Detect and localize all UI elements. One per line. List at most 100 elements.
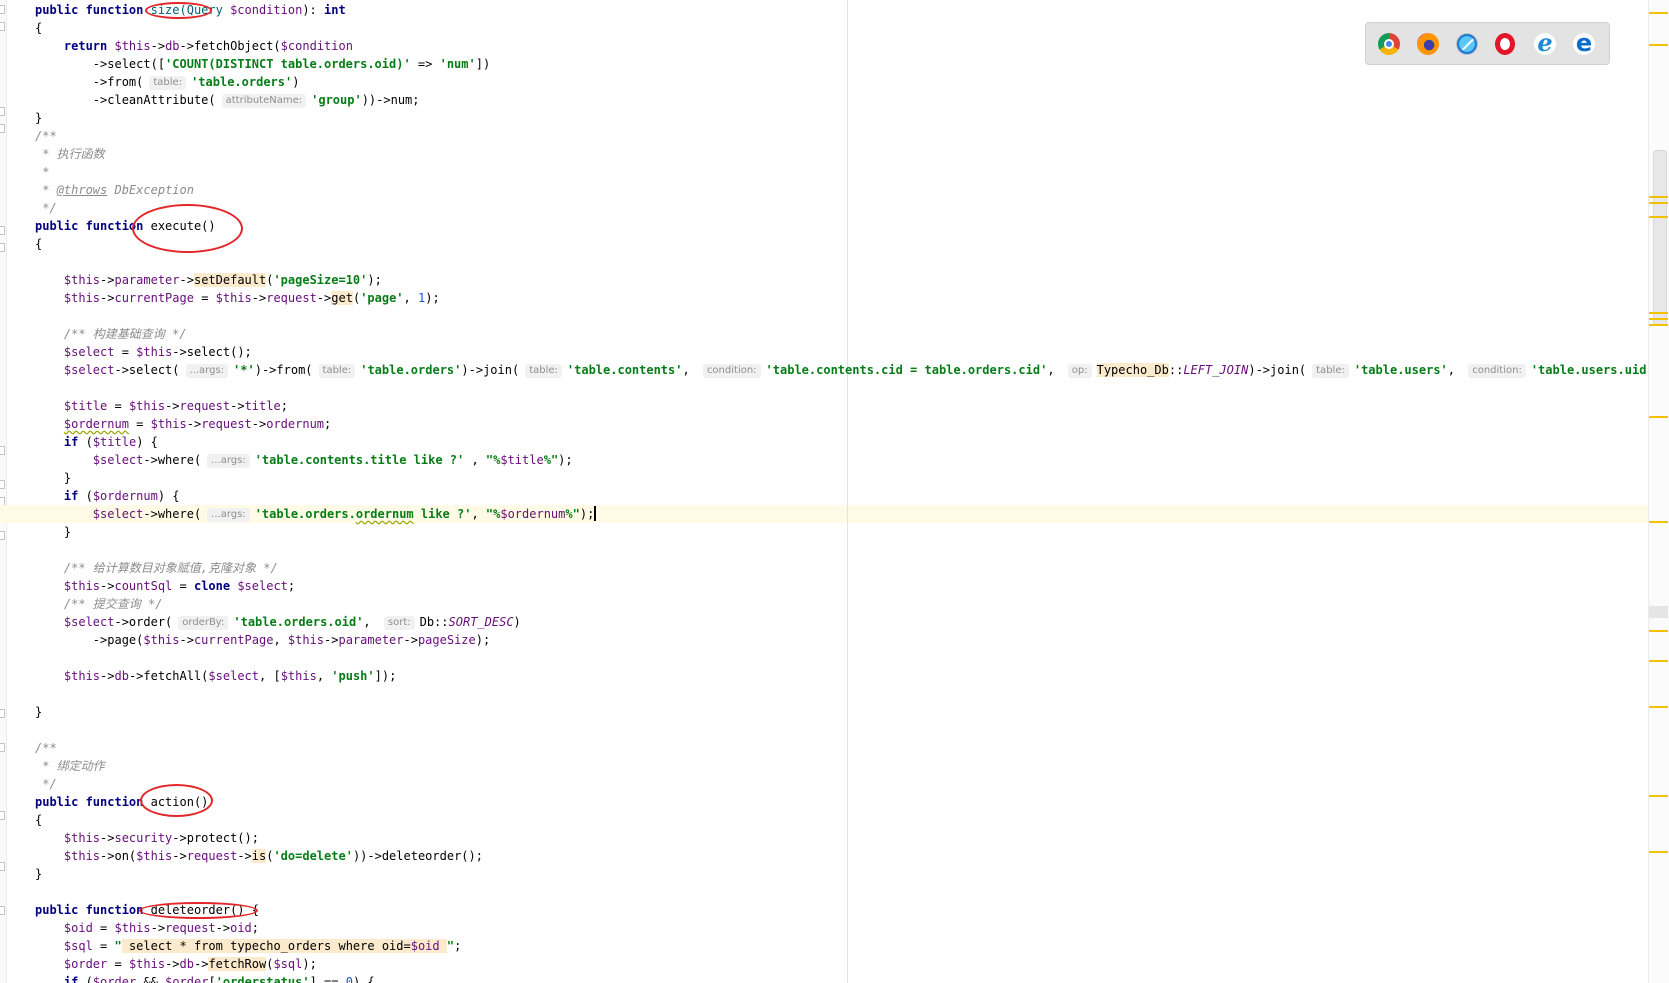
code-line[interactable]: $this->db->fetchAll($select, [$this, 'pu… [35,667,396,685]
stripe-mark[interactable] [1649,660,1668,662]
code-line[interactable]: { [35,811,42,829]
code-line[interactable]: $this->currentPage = $this->request->get… [35,289,440,307]
code-line[interactable]: $oid = $this->request->oid; [35,919,259,937]
code-token: $this [63,849,101,863]
stripe-mark[interactable] [1649,706,1668,708]
code-token: $order [165,975,209,983]
code-line[interactable]: $select->select(...args: '*')->from(table… [35,361,1669,379]
ie-icon[interactable]: e [1534,31,1556,55]
code-line[interactable]: ->from(table: 'table.orders') [35,73,299,91]
code-line[interactable]: * 执行函数 [35,145,104,163]
stripe-mark[interactable] [1649,12,1668,14]
fold-marker[interactable] [0,709,5,718]
code-line[interactable]: ->page($this->currentPage, $this->parame… [35,631,490,649]
edge-icon[interactable]: e [1573,31,1595,55]
stripe-mark[interactable] [1649,312,1668,314]
code-line[interactable]: $this->parameter->setDefault('pageSize=1… [35,271,382,289]
fold-marker[interactable] [0,5,5,14]
code-line[interactable]: * @throws DbException [35,181,194,199]
code-token: )->from( [254,363,313,377]
code-token: -> [179,633,194,647]
code-token: ); [367,273,382,287]
code-line[interactable]: } [35,469,71,487]
code-line[interactable]: } [35,523,71,541]
code-line[interactable]: if ($order && $order['orderstatus'] == 0… [35,973,375,983]
code-line[interactable]: { [35,19,42,37]
fold-marker[interactable] [0,22,5,31]
code-line[interactable]: } [35,865,42,883]
code-token: $this [63,669,101,683]
fold-marker[interactable] [0,531,5,540]
code-line[interactable]: } [35,109,42,127]
stripe-mark[interactable] [1649,318,1668,320]
fold-marker[interactable] [0,743,5,752]
stripe-mark[interactable] [1649,216,1668,218]
code-line[interactable]: $title = $this->request->title; [35,397,288,415]
stripe-mark[interactable] [1649,630,1668,632]
code-line[interactable]: $sql = " select * from typecho_orders wh… [35,937,461,955]
code-line[interactable]: return $this->db->fetchObject($condition [35,37,353,55]
code-line[interactable]: * [35,163,49,181]
code-token: 'table.orders.oid' [233,615,364,629]
fold-marker[interactable] [0,243,5,252]
code-token: $this [63,579,101,593]
code-line[interactable]: $select = $this->select(); [35,343,252,361]
fold-marker[interactable] [0,124,5,133]
firefox-icon[interactable] [1417,33,1439,55]
code-editor[interactable]: public function size(Query $condition): … [0,0,1669,983]
fold-marker[interactable] [0,226,5,235]
chrome-icon[interactable] [1378,33,1400,55]
code-token: */ [35,777,57,791]
fold-marker[interactable] [0,811,5,820]
stripe-mark[interactable] [1649,196,1668,198]
code-line[interactable]: * 绑定动作 [35,757,104,775]
code-line[interactable]: /** 构建基础查询 */ [35,325,187,343]
scrollbar-thumb[interactable] [1653,150,1667,325]
stripe-mark[interactable] [1649,416,1668,418]
code-line[interactable]: $this->on($this->request->is('do=delete'… [35,847,483,865]
fold-marker[interactable] [0,480,5,489]
code-line[interactable]: */ [35,775,57,793]
fold-marker[interactable] [0,107,5,116]
code-line[interactable]: $order = $this->db->fetchRow($sql); [35,955,317,973]
stripe-mark[interactable] [1649,606,1668,618]
code-token [439,939,447,953]
gutter[interactable] [0,0,7,983]
code-line[interactable]: ->select(['COUNT(DISTINCT table.orders.o… [35,55,490,73]
code-line[interactable]: /** [35,127,57,145]
code-token: = [128,417,151,431]
code-line[interactable]: $select->order(orderBy: 'table.orders.oid… [35,613,521,631]
code-line[interactable]: $this->countSql = clone $select; [35,577,295,595]
code-token: ->from( [35,75,144,89]
fold-marker[interactable] [0,906,5,915]
code-line[interactable]: ->cleanAttribute(attributeName: 'group'))… [35,91,420,109]
safari-icon[interactable] [1456,33,1478,55]
stripe-mark[interactable] [1649,324,1668,326]
stripe-mark[interactable] [1649,521,1668,523]
code-line[interactable]: $ordernum = $this->request->ordernum; [35,415,331,433]
fold-marker[interactable] [0,862,5,871]
code-line[interactable]: if ($ordernum) { [35,487,180,505]
code-line[interactable]: /** 给计算数目对象赋值,克隆对象 */ [35,559,278,577]
stripe-mark[interactable] [1649,202,1668,204]
code-token: ]) [475,57,491,71]
code-line[interactable]: */ [35,199,56,217]
code-line[interactable]: $select->where(...args: 'table.contents.t… [35,451,573,469]
code-token: parameter [114,273,180,287]
code-line[interactable]: $select->where(...args: 'table.orders.ord… [35,505,597,523]
code-token: ; [287,579,296,593]
parameter-hint: table: [149,76,187,90]
stripe-mark[interactable] [1649,851,1668,853]
error-stripe[interactable] [1648,0,1669,983]
opera-icon[interactable] [1495,33,1515,55]
code-line[interactable]: } [35,703,42,721]
stripe-mark[interactable] [1649,795,1668,797]
code-line[interactable]: if ($title) { [35,433,158,451]
stripe-mark[interactable] [1649,44,1668,46]
code-line[interactable]: /** [35,739,57,757]
fold-marker[interactable] [0,446,5,455]
code-line[interactable]: $this->security->protect(); [35,829,259,847]
code-line[interactable]: /** 提交查询 */ [35,595,163,613]
code-line[interactable]: { [35,235,42,253]
